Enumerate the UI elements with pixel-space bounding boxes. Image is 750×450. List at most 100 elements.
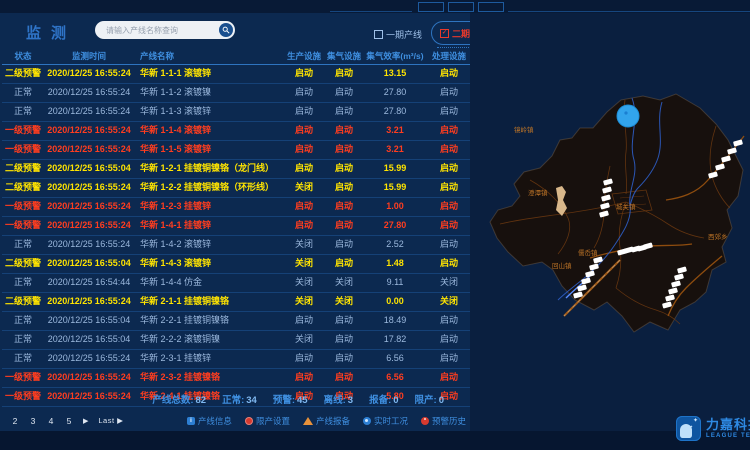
- table-row[interactable]: 正常2020/12/25 16:55:04华新 2-2-1 挂镀铜镍铬启动启动1…: [2, 312, 472, 331]
- cell-time: 2020/12/25 16:54:44: [44, 274, 134, 292]
- legend-item-limit[interactable]: 限产设置: [245, 415, 290, 427]
- legend-item-history[interactable]: 预警历史: [421, 415, 466, 427]
- table-row[interactable]: 正常2020/12/25 16:55:24华新 2-3-1 挂镀锌启动启动6.5…: [2, 350, 472, 369]
- column-header: 监测时间: [44, 50, 134, 62]
- page-button[interactable]: 5: [65, 416, 73, 426]
- search-input[interactable]: [104, 25, 219, 36]
- checkbox-checked-icon: ✓: [440, 29, 449, 38]
- table-row[interactable]: 一级预警2020/12/25 16:55:24华新 2-3-2 挂镀镍铬启动启动…: [2, 369, 472, 388]
- cell-status: 二级预警: [2, 160, 44, 178]
- last-page-button[interactable]: Last ▶: [98, 416, 123, 425]
- cell-line-name: 华新 1-4-3 滚镀锌: [134, 255, 284, 273]
- cell-time: 2020/12/25 16:55:24: [44, 84, 134, 102]
- cell-gas-collection: 启动: [324, 84, 364, 102]
- cell-gas-collection: 启动: [324, 122, 364, 140]
- summary-label: 正常:: [222, 395, 244, 406]
- table-row[interactable]: 二级预警2020/12/25 16:55:24华新 1-1-1 滚镀锌启动启动1…: [2, 65, 472, 84]
- header-bar: 监测 一期产线 ✓ 二期产线: [0, 13, 472, 48]
- table-body: 二级预警2020/12/25 16:55:24华新 1-1-1 滚镀锌启动启动1…: [2, 65, 472, 407]
- column-header: 状态: [2, 50, 44, 62]
- cell-gas-efficiency: 6.56: [364, 350, 426, 368]
- line-info-icon: i: [187, 417, 195, 425]
- table-row[interactable]: 正常2020/12/25 16:55:24华新 1-4-2 滚镀锌关闭启动2.5…: [2, 236, 472, 255]
- cell-gas-efficiency: 27.80: [364, 103, 426, 121]
- cell-production-facility: 启动: [284, 312, 324, 330]
- cell-status: 正常: [2, 331, 44, 349]
- cell-gas-efficiency: 27.80: [364, 84, 426, 102]
- cell-gas-efficiency: 3.21: [364, 141, 426, 159]
- alert-circle-marker[interactable]: [617, 105, 639, 127]
- enterprise-marker[interactable]: [733, 139, 743, 146]
- legend-item-report[interactable]: 产线报备: [303, 415, 350, 427]
- cell-gas-efficiency: 0.00: [364, 293, 426, 311]
- table-row[interactable]: 二级预警2020/12/25 16:55:04华新 1-4-3 滚镀锌关闭启动1…: [2, 255, 472, 274]
- cell-production-facility: 关闭: [284, 274, 324, 292]
- cell-time: 2020/12/25 16:55:24: [44, 179, 134, 197]
- warning-history-icon: [421, 417, 429, 425]
- cell-treatment-facility: 启动: [426, 198, 472, 216]
- cell-treatment-facility: 启动: [426, 236, 472, 254]
- cell-status: 正常: [2, 274, 44, 292]
- cell-gas-collection: 启动: [324, 217, 364, 235]
- cell-line-name: 华新 1-1-5 滚镀锌: [134, 141, 284, 159]
- cell-time: 2020/12/25 16:55:24: [44, 198, 134, 216]
- table-row[interactable]: 二级预警2020/12/25 16:55:24华新 2-1-1 挂镀铜镍铬关闭关…: [2, 293, 472, 312]
- cell-production-facility: 关闭: [284, 331, 324, 349]
- table-row[interactable]: 一级预警2020/12/25 16:55:24华新 1-4-1 挂镀锌启动启动2…: [2, 217, 472, 236]
- cell-status: 一级预警: [2, 122, 44, 140]
- legend-label: 产线报备: [316, 415, 350, 427]
- table-row[interactable]: 正常2020/12/25 16:55:24华新 1-1-2 滚镀镍启动启动27.…: [2, 84, 472, 103]
- column-header: 集气效率(m³/s): [364, 50, 426, 62]
- realtime-status-icon: [363, 417, 371, 425]
- cell-production-facility: 启动: [284, 160, 324, 178]
- summary-value: 82: [196, 395, 207, 406]
- decor-box: [478, 2, 504, 12]
- page-button[interactable]: 4: [47, 416, 55, 426]
- page-button[interactable]: 3: [29, 416, 37, 426]
- cell-gas-efficiency: 17.82: [364, 331, 426, 349]
- summary-item: 离线:3: [324, 392, 353, 406]
- table-row[interactable]: 二级预警2020/12/25 16:55:04华新 1-2-1 挂镀铜镍铬（龙门…: [2, 160, 472, 179]
- cell-gas-efficiency: 1.48: [364, 255, 426, 273]
- phase1-checkbox[interactable]: 一期产线: [374, 28, 422, 41]
- table-row[interactable]: 正常2020/12/25 16:55:04华新 2-2-2 滚镀铜镍关闭启动17…: [2, 331, 472, 350]
- cell-line-name: 华新 2-3-2 挂镀镍铬: [134, 369, 284, 387]
- summary-label: 报备:: [369, 395, 391, 406]
- map-town-label: 回山镇: [552, 261, 572, 270]
- cell-gas-efficiency: 2.52: [364, 236, 426, 254]
- next-page-button[interactable]: ▶: [83, 417, 88, 425]
- cell-status: 一级预警: [2, 141, 44, 159]
- cell-gas-collection: 启动: [324, 369, 364, 387]
- table-row[interactable]: 正常2020/12/25 16:55:24华新 1-1-3 滚镀锌启动启动27.…: [2, 103, 472, 122]
- star-icon: ✦: [690, 424, 693, 430]
- summary-value: 0: [439, 395, 444, 406]
- legend-label: 实时工况: [374, 415, 408, 427]
- cell-status: 正常: [2, 236, 44, 254]
- cell-production-facility: 启动: [284, 369, 324, 387]
- legend-item-realtime[interactable]: 实时工况: [363, 415, 408, 427]
- district-map: 镜岭镇澄潭镇城关镇儒岙镇回山镇西郊乡: [470, 48, 750, 432]
- column-header: 处理设施: [426, 50, 472, 62]
- map-town-label: 儒岙镇: [578, 248, 598, 257]
- table-row[interactable]: 正常2020/12/25 16:54:44华新 1-4-4 仿金关闭关闭9.11…: [2, 274, 472, 293]
- cell-gas-collection: 启动: [324, 236, 364, 254]
- page-button[interactable]: 2: [11, 416, 19, 426]
- summary-value: 0: [393, 395, 398, 406]
- top-decor-strip: [0, 0, 750, 14]
- cell-treatment-facility: 启动: [426, 255, 472, 273]
- cell-line-name: 华新 1-2-2 挂镀铜镍铬（环形线）: [134, 179, 284, 197]
- checkbox-unchecked-icon: [374, 30, 383, 39]
- cell-time: 2020/12/25 16:55:04: [44, 255, 134, 273]
- cell-gas-collection: 启动: [324, 103, 364, 121]
- search-icon[interactable]: [219, 23, 233, 37]
- logo-subtitle: LEAGUE TE: [706, 433, 750, 439]
- table-row[interactable]: 一级预警2020/12/25 16:55:24华新 1-1-4 滚镀锌启动启动3…: [2, 122, 472, 141]
- summary-label: 限产:: [415, 395, 437, 406]
- page-button[interactable]: 1: [0, 416, 1, 426]
- legend-item-info[interactable]: i产线信息: [187, 415, 232, 427]
- cell-production-facility: 关闭: [284, 179, 324, 197]
- table-row[interactable]: 一级预警2020/12/25 16:55:24华新 1-1-5 滚镀锌启动启动3…: [2, 141, 472, 160]
- summary-bar: 产线总数:82正常:34预警:45离线:3报备:0限产:0: [2, 390, 472, 408]
- table-row[interactable]: 二级预警2020/12/25 16:55:24华新 1-2-2 挂镀铜镍铬（环形…: [2, 179, 472, 198]
- table-row[interactable]: 一级预警2020/12/25 16:55:24华新 1-2-3 挂镀锌启动启动1…: [2, 198, 472, 217]
